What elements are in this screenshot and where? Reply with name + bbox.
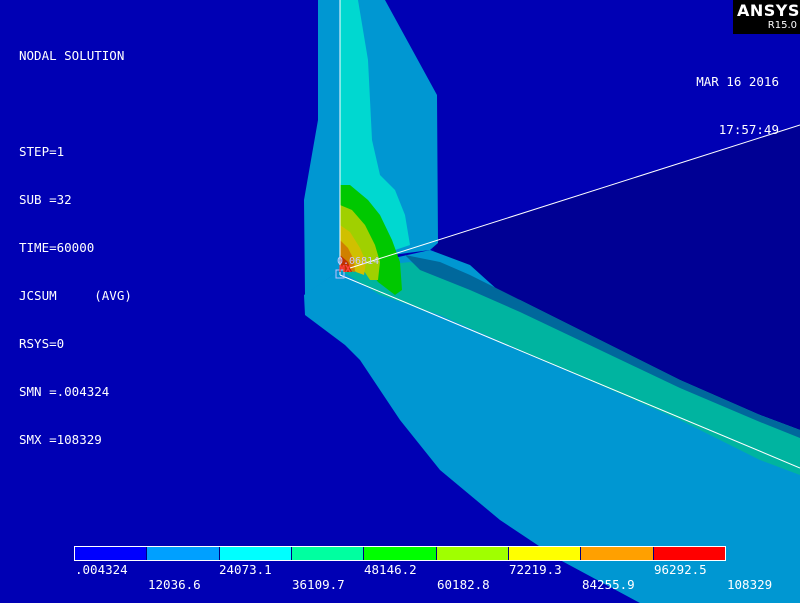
legend-label-bottom-2: 36109.7 [292, 577, 345, 592]
solution-title: NODAL SOLUTION [19, 48, 125, 63]
legend-swatch-4 [291, 547, 365, 560]
legend-label-bottom-3: 60182.8 [437, 577, 490, 592]
info-step: STEP=1 [19, 144, 65, 159]
contour-legend-bar [74, 546, 726, 561]
legend-swatch-7 [508, 547, 582, 560]
legend-label-top-2: 24073.1 [219, 562, 272, 577]
legend-label-bottom-4: 84255.9 [582, 577, 635, 592]
legend-label-top-3: 48146.2 [364, 562, 417, 577]
solution-info: NODAL SOLUTION STEP=1 SUB =32 TIME=60000… [19, 16, 132, 464]
legend-swatch-6 [436, 547, 509, 560]
legend-swatch-1 [75, 547, 148, 560]
legend-swatch-3 [219, 547, 292, 560]
info-smn: SMN =.004324 [19, 384, 110, 399]
logo-name: ANSYS [737, 1, 800, 20]
legend-swatch-8 [581, 547, 654, 560]
date-text: MAR 16 2016 [696, 74, 779, 89]
legend-label-top-5: 96292.5 [654, 562, 707, 577]
timestamp: MAR 16 2016 17:57:49 [696, 42, 779, 154]
legend-label-top-1: .004324 [75, 562, 128, 577]
legend-label-top-4: 72219.3 [509, 562, 562, 577]
logo-version: R15.0 [767, 20, 797, 31]
info-smx: SMX =108329 [19, 432, 102, 447]
legend-label-bottom-1: 12036.6 [148, 577, 201, 592]
info-rsys: RSYS=0 [19, 336, 65, 351]
max-tag: MX [339, 264, 352, 275]
info-result-item: JCSUM (AVG) [19, 288, 132, 303]
legend-label-bottom-5: 108329 [727, 577, 773, 592]
info-sub: SUB =32 [19, 192, 72, 207]
ansys-logo: ANSYS R15.0 [733, 0, 800, 34]
info-time: TIME=60000 [19, 240, 95, 255]
legend-swatch-5 [364, 547, 437, 560]
contour-band-light-blue-left [304, 0, 340, 295]
legend-swatch-2 [147, 547, 220, 560]
time-text: 17:57:49 [718, 122, 779, 137]
legend-swatch-9 [653, 547, 725, 560]
